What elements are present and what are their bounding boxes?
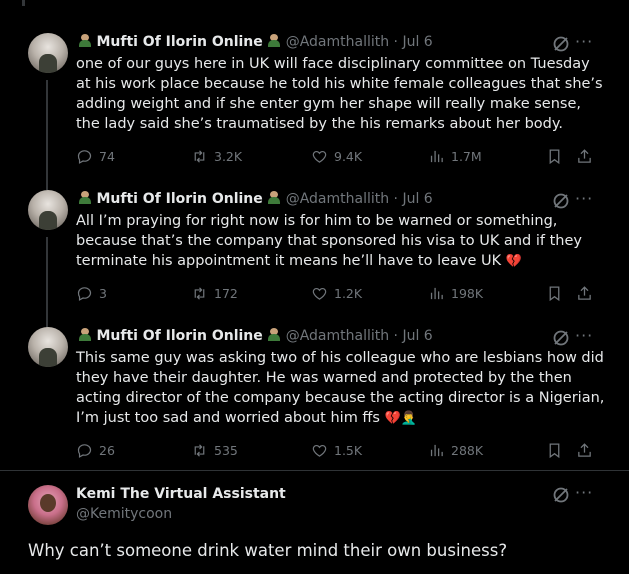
timestamp[interactable]: Jul 6: [402, 34, 432, 50]
reply-button[interactable]: 26: [76, 442, 115, 459]
reply-count: 3: [99, 286, 107, 301]
retweet-count: 535: [214, 443, 238, 458]
person-emoji-icon: [78, 191, 92, 204]
retweet-count: 3.2K: [214, 149, 243, 164]
like-count: 1.5K: [334, 443, 363, 458]
person-emoji-icon: [267, 34, 281, 47]
views-icon: [430, 444, 443, 457]
like-button[interactable]: 1.2K: [311, 285, 362, 302]
views-button[interactable]: 198K: [428, 285, 483, 302]
person-emoji-icon: [78, 34, 92, 47]
share-icon[interactable]: [576, 148, 593, 165]
views-icon: [430, 150, 443, 163]
display-name[interactable]: Mufti Of Ilorin Online: [96, 34, 262, 50]
retweet-count: 172: [214, 286, 238, 301]
view-count: 1.7M: [451, 149, 482, 164]
separator: ·: [389, 34, 403, 50]
retweet-button[interactable]: 3.2K: [191, 148, 242, 165]
bookmark-icon[interactable]: [546, 442, 563, 459]
view-count: 198K: [451, 286, 484, 301]
bookmark-icon[interactable]: [546, 285, 563, 302]
person-emoji-icon: [267, 191, 281, 204]
emoji: 💔: [505, 254, 522, 269]
bookmark-icon[interactable]: [546, 148, 563, 165]
views-button[interactable]: 1.7M: [428, 148, 482, 165]
more-icon[interactable]: ···: [575, 483, 593, 502]
views-button[interactable]: 288K: [428, 442, 483, 459]
reply-count: 74: [99, 149, 115, 164]
views-icon: [430, 287, 443, 300]
tweet-text: one of our guys here in UK will face dis…: [76, 56, 603, 132]
more-icon[interactable]: ···: [575, 326, 593, 345]
grok-icon[interactable]: [552, 35, 570, 53]
retweet-icon: [194, 287, 205, 300]
tweet-header: Mufti Of Ilorin Online @Adamthallith · J…: [78, 328, 433, 344]
reply-icon: [77, 444, 92, 458]
tweet-text-body: This same guy was asking two of his coll…: [76, 350, 605, 426]
handle[interactable]: @Adamthallith: [286, 191, 389, 207]
view-count: 288K: [451, 443, 484, 458]
like-count: 9.4K: [334, 149, 363, 164]
tweet[interactable]: Mufti Of Ilorin Online @Adamthallith · J…: [0, 310, 629, 470]
reply-text: Why can’t someone drink water mind their…: [28, 541, 508, 560]
like-icon: [312, 150, 327, 163]
share-icon[interactable]: [576, 285, 593, 302]
tweet-header: Mufti Of Ilorin Online @Adamthallith · J…: [78, 191, 433, 207]
emoji: 💔🤦‍♂️: [384, 411, 417, 426]
reply-button[interactable]: 3: [76, 285, 107, 302]
tweet[interactable]: Mufti Of Ilorin Online @Adamthallith · J…: [0, 0, 629, 190]
reply-icon: [77, 287, 92, 301]
retweet-button[interactable]: 535: [191, 442, 238, 459]
like-button[interactable]: 1.5K: [311, 442, 362, 459]
handle[interactable]: @Adamthallith: [286, 328, 389, 344]
reply-tweet[interactable]: Kemi The Virtual Assistant @Kemitycoon ·…: [0, 470, 629, 574]
tweet-text: All I’m praying for right now is for him…: [76, 211, 606, 272]
retweet-button[interactable]: 172: [191, 285, 238, 302]
person-emoji-icon: [78, 328, 92, 341]
separator: ·: [389, 328, 403, 344]
tweet-header: Mufti Of Ilorin Online @Adamthallith · J…: [78, 34, 433, 50]
reply-count: 26: [99, 443, 115, 458]
tweet-actions: 3 172 1.2K 198K: [76, 285, 606, 305]
retweet-icon: [194, 444, 205, 457]
avatar[interactable]: [28, 33, 68, 73]
like-button[interactable]: 9.4K: [311, 148, 362, 165]
timestamp[interactable]: Jul 6: [402, 191, 432, 207]
display-name[interactable]: Mufti Of Ilorin Online: [96, 328, 262, 344]
share-icon[interactable]: [576, 442, 593, 459]
avatar[interactable]: [28, 485, 68, 525]
tweet-actions: 74 3.2K 9.4K 1.7M: [76, 148, 606, 168]
reply-icon: [77, 150, 92, 164]
like-icon: [312, 444, 327, 457]
tweet-text: This same guy was asking two of his coll…: [76, 348, 606, 429]
grok-icon[interactable]: [552, 486, 570, 504]
tweet[interactable]: Mufti Of Ilorin Online @Adamthallith · J…: [0, 173, 629, 329]
reply-button[interactable]: 74: [76, 148, 115, 165]
avatar[interactable]: [28, 327, 68, 367]
like-count: 1.2K: [334, 286, 363, 301]
handle[interactable]: @Kemitycoon: [76, 506, 172, 522]
person-emoji-icon: [267, 328, 281, 341]
tweet-actions: 26 535 1.5K 288K: [76, 442, 606, 462]
grok-icon[interactable]: [552, 329, 570, 347]
timestamp[interactable]: Jul 6: [402, 328, 432, 344]
display-name[interactable]: Mufti Of Ilorin Online: [96, 191, 262, 207]
retweet-icon: [194, 150, 205, 163]
more-icon[interactable]: ···: [575, 32, 593, 51]
handle[interactable]: @Adamthallith: [286, 34, 389, 50]
separator: ·: [389, 191, 403, 207]
grok-icon[interactable]: [552, 192, 570, 210]
more-icon[interactable]: ···: [575, 189, 593, 208]
like-icon: [312, 287, 327, 300]
display-name[interactable]: Kemi The Virtual Assistant: [76, 486, 286, 502]
avatar[interactable]: [28, 190, 68, 230]
